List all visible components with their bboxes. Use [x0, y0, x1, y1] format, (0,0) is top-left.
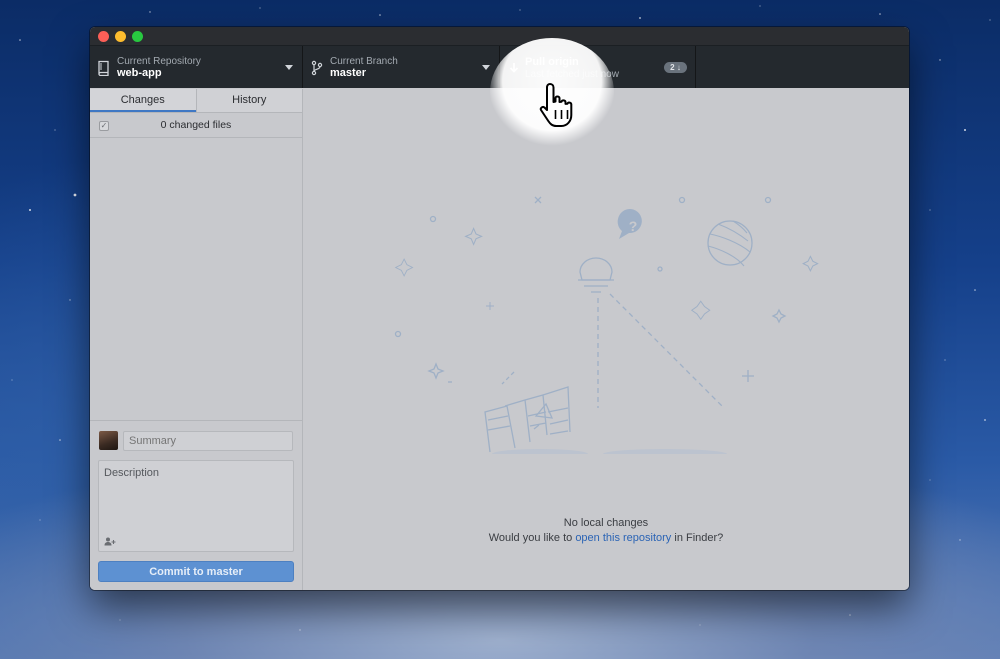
current-branch-dropdown[interactable]: Current Branch master	[303, 46, 500, 88]
blank-slate-view: ? No local changes Would you like to ope…	[303, 89, 909, 590]
caret-down-icon	[482, 65, 490, 70]
arrow-down-icon: ↓	[676, 63, 681, 72]
description-placeholder: Description	[104, 467, 160, 479]
no-changes-heading: No local changes	[563, 517, 649, 529]
pull-count: 2	[670, 63, 675, 72]
close-window-button[interactable]	[98, 31, 109, 42]
last-fetched-text: Last fetched just now	[525, 69, 619, 80]
svg-text:?: ?	[629, 218, 638, 234]
arrow-down-icon	[509, 63, 519, 73]
commit-summary-input[interactable]	[123, 431, 293, 451]
sidebar: Changes History ✓ 0 changed files Descri…	[90, 89, 303, 590]
tab-changes[interactable]: Changes	[90, 89, 196, 112]
minimize-window-button[interactable]	[115, 31, 126, 42]
commit-description-field[interactable]: Description	[98, 460, 294, 552]
toolbar: Current Repository web-app Current Branc…	[90, 45, 909, 88]
changed-files-header: ✓ 0 changed files	[90, 113, 302, 138]
prompt-suffix: in Finder?	[671, 532, 724, 544]
hand-pointer-icon	[539, 83, 573, 127]
repository-icon	[98, 60, 109, 76]
space-illustration: ?	[394, 196, 819, 454]
branch-label: Current Branch	[330, 56, 398, 67]
branch-name: master	[330, 67, 367, 79]
pull-origin-button[interactable]: Pull origin Last fetched just now 2 ↓	[500, 46, 696, 88]
branch-icon	[311, 60, 323, 76]
github-desktop-window: Current Repository web-app Current Branc…	[90, 27, 909, 590]
pull-count-badge: 2 ↓	[664, 62, 687, 73]
blank-slate-message: No local changes Would you like to open …	[303, 516, 909, 546]
avatar	[99, 431, 118, 450]
pull-origin-label: Pull origin	[525, 56, 579, 68]
commit-button[interactable]: Commit to master	[98, 561, 294, 582]
open-repository-prompt: Would you like to open this repository i…	[303, 531, 909, 546]
sidebar-tabs: Changes History	[90, 89, 302, 113]
tab-history[interactable]: History	[195, 89, 302, 112]
commit-message-panel: Description Commit to master	[90, 420, 302, 590]
prompt-prefix: Would you like to	[488, 532, 576, 544]
repository-name: web-app	[117, 67, 162, 79]
add-co-author-icon[interactable]	[104, 537, 116, 546]
open-repository-link[interactable]: open this repository	[575, 532, 671, 544]
current-repository-dropdown[interactable]: Current Repository web-app	[90, 46, 303, 88]
repository-label: Current Repository	[117, 56, 201, 67]
changed-files-count: 0 changed files	[160, 119, 232, 131]
caret-down-icon	[285, 65, 293, 70]
title-bar	[90, 27, 909, 45]
zoom-window-button[interactable]	[132, 31, 143, 42]
